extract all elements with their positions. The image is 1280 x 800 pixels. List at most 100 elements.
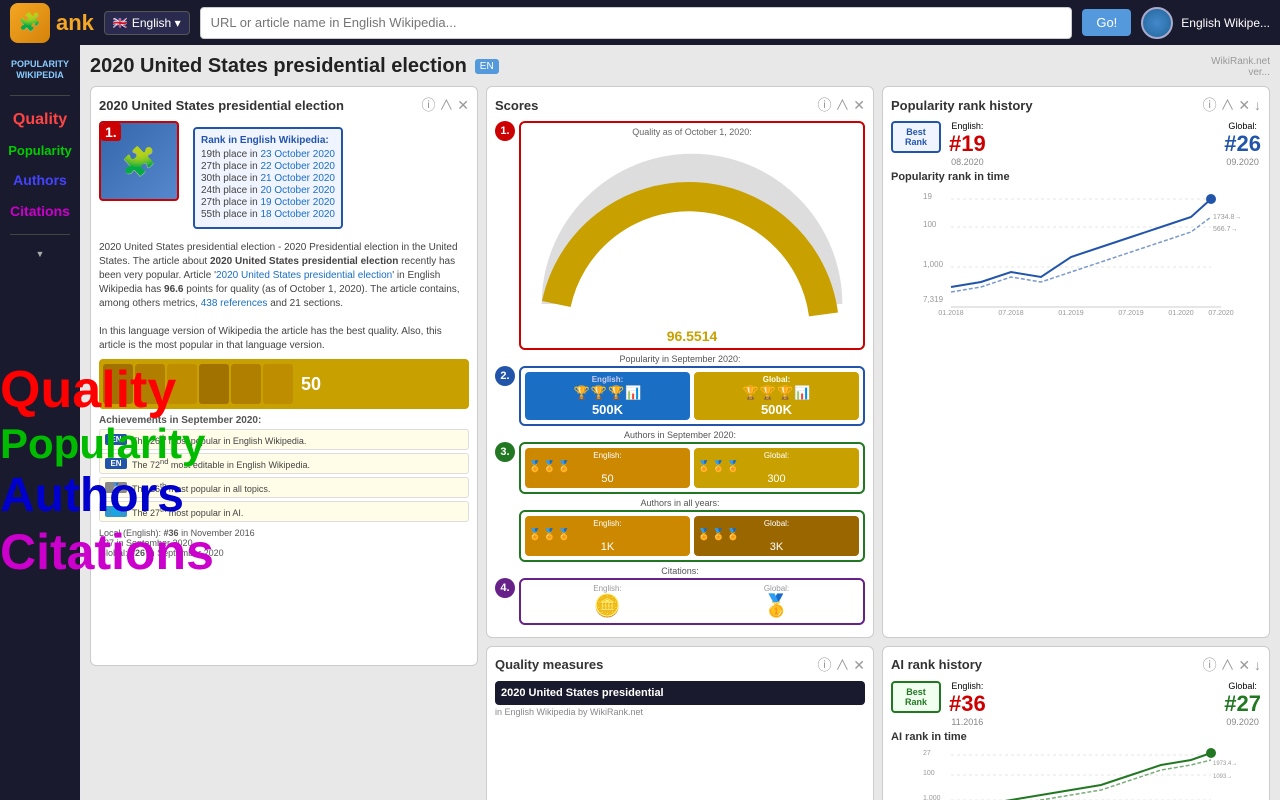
achieve-badge-1: EN: [105, 434, 127, 445]
svg-text:1734.8→: 1734.8→: [1213, 214, 1241, 221]
lang-flag: 🇬🇧: [113, 16, 128, 30]
pop-english-value: 500K: [592, 402, 623, 417]
refs-link[interactable]: 438 references: [201, 298, 268, 309]
rank-english-date: 08.2020: [949, 157, 986, 167]
ai-global-val: #27: [1224, 691, 1261, 717]
sidebar-item-popularity2[interactable]: Popularity: [6, 139, 74, 163]
authors-header: Authors in September 2020:: [495, 430, 865, 440]
article-panel-controls[interactable]: ⓘ ∧ ✕: [421, 95, 469, 115]
ach-icon-4: [199, 364, 229, 404]
language-selector[interactable]: 🇬🇧 English ▾: [104, 11, 190, 35]
go-button[interactable]: Go!: [1082, 9, 1131, 36]
achieve-item-4: 🌐 The 27th most popular in AI.: [99, 501, 469, 522]
spacer: [495, 510, 515, 562]
logo-icon: 🧩: [10, 3, 50, 43]
rank-link-3[interactable]: 21 October 2020: [261, 173, 336, 184]
rank-item-4: 24th place in 20 October 2020: [201, 185, 335, 196]
rank-link-2[interactable]: 22 October 2020: [261, 161, 336, 172]
achievements-title: Achievements in September 2020:: [99, 415, 469, 426]
ai-rank-cols: English: #36 11.2016 Global: #27 09.2020: [949, 681, 1261, 727]
author-allyears-english: English: 🏅🏅🏅 1K: [525, 516, 690, 556]
sidebar-item-citations[interactable]: Citations: [8, 199, 72, 224]
ach-icon-2: [135, 364, 165, 404]
svg-text:1,000: 1,000: [923, 260, 944, 269]
quality-gauge-svg: [525, 137, 859, 325]
author-allyears-badges: English: 🏅🏅🏅 1K Global: 🏅🏅🏅 3K: [525, 516, 859, 556]
svg-text:1,000: 1,000: [923, 795, 941, 800]
achieve-text-3: The 26th most popular in all topics.: [132, 481, 270, 494]
allyears-gl-icons: 🏅🏅🏅: [697, 528, 856, 541]
article-panel-header: 2020 United States presidential election…: [99, 95, 469, 115]
achieve-count: 50: [301, 374, 321, 395]
logo-text: ank: [56, 10, 94, 36]
scores-panel-title: Scores: [495, 98, 538, 113]
ach-icon-5: [231, 364, 261, 404]
scores-panel-header: Scores ⓘ ∧ ✕: [495, 95, 865, 115]
rank-link-5[interactable]: 19 October 2020: [261, 197, 336, 208]
main-content: 2020 United States presidential election…: [80, 45, 1280, 800]
article-link[interactable]: 2020 United States presidential election: [216, 270, 392, 281]
author-badge-global: Global: 🏅🏅🏅 300: [694, 448, 859, 488]
author-icons-gl: 🏅🏅🏅: [697, 460, 856, 473]
ai-english-date: 11.2016: [949, 717, 986, 727]
ai-english-header: English:: [949, 681, 986, 691]
search-input[interactable]: [200, 7, 1073, 39]
sidebar-item-popularity[interactable]: POPULARITYWIKIPEDIA: [9, 55, 71, 85]
rank-item-5: 27th place in 19 October 2020: [201, 197, 335, 208]
cite-gl-icon: 🥇: [694, 593, 859, 619]
quality-panel-title: Quality measures: [495, 657, 603, 672]
score-num-2: 2.: [495, 366, 515, 386]
page-title-area: 2020 United States presidential election…: [90, 55, 1270, 78]
article-image-container: 🧩 1.: [99, 121, 187, 235]
allyears-en-icons: 🏅🏅🏅: [528, 528, 687, 541]
rank-vals: English: #19 08.2020 Global: #26 09.2020: [949, 121, 1261, 167]
author-global-label: Global:: [697, 451, 856, 460]
article-top-row: 🧩 1. Rank in English Wikipedia: 19th pla…: [99, 121, 469, 235]
svg-text:07.2018: 07.2018: [998, 310, 1023, 317]
svg-text:566.7→: 566.7→: [1213, 226, 1238, 233]
citations-row: English: 🪙 Global: 🥇: [525, 584, 859, 619]
sidebar-item-authors[interactable]: Authors: [11, 168, 69, 193]
achieve-text-2: The 72nd most editable in English Wikipe…: [132, 457, 310, 470]
wikirank-credit: WikiRank.netver...: [1211, 56, 1270, 78]
scores-citations-row: 4. English: 🪙 Global: 🥇: [495, 578, 865, 625]
achieve-badge-3: 🥈: [105, 482, 127, 493]
svg-text:01.2018: 01.2018: [938, 310, 963, 317]
svg-text:100: 100: [923, 220, 937, 229]
cite-gl-label: Global:: [694, 584, 859, 593]
user-lang-label: English Wikipe...: [1181, 16, 1270, 30]
ai-panel-controls[interactable]: ⓘ ∧ ✕ ↓: [1203, 655, 1261, 675]
cite-en-icon: 🪙: [525, 593, 690, 619]
gauge-value: 96.5514: [525, 328, 859, 344]
scores-panel: Scores ⓘ ∧ ✕ 1. Quality as of October 1,…: [486, 86, 874, 638]
quality-panel-controls[interactable]: ⓘ ∧ ✕: [817, 655, 865, 675]
quality-measures-panel: Quality measures ⓘ ∧ ✕ 2020 United State…: [486, 646, 874, 800]
svg-text:1093→: 1093→: [1213, 774, 1232, 780]
rank-link-1[interactable]: 23 October 2020: [261, 149, 336, 160]
rank-english-header: English:: [949, 121, 986, 131]
rank-link-6[interactable]: 18 October 2020: [261, 209, 336, 220]
pop-badges-row: English: 🏆🏆🏆📊 500K Global: 🏆🏆🏆📊: [525, 372, 859, 420]
svg-text:27: 27: [923, 750, 931, 757]
ai-global-date: 09.2020: [1224, 717, 1261, 727]
authors-allyears-header: Authors in all years:: [495, 498, 865, 508]
rank-panel-controls[interactable]: ⓘ ∧ ✕ ↓: [1203, 95, 1261, 115]
rank-cols: English: #19 08.2020 Global: #26 09.2020: [949, 121, 1261, 167]
citations-header: Citations:: [495, 566, 865, 576]
ai-global-col: Global: #27 09.2020: [1224, 681, 1261, 727]
rank-item-3: 30th place in 21 October 2020: [201, 173, 335, 184]
scores-quality-row: 1. Quality as of October 1, 2020: 96.551…: [495, 121, 865, 350]
score-num-1: 1.: [495, 121, 515, 141]
ai-english-col: English: #36 11.2016: [949, 681, 986, 727]
achieve-badge-2: EN: [105, 458, 127, 469]
svg-text:01.2019: 01.2019: [1058, 310, 1083, 317]
popularity-badges: English: 🏆🏆🏆📊 500K Global: 🏆🏆🏆📊: [519, 366, 865, 426]
lang-label: English ▾: [132, 16, 181, 30]
allyears-en-val: 1K: [528, 541, 687, 553]
rank-link-4[interactable]: 20 October 2020: [261, 185, 336, 196]
allyears-en-label: English:: [528, 519, 687, 528]
rank-box-title: Rank in English Wikipedia:: [201, 135, 335, 146]
allyears-gl-val: 3K: [697, 541, 856, 553]
scores-panel-controls[interactable]: ⓘ ∧ ✕: [817, 95, 865, 115]
sidebar-item-quality[interactable]: Quality: [11, 106, 69, 133]
